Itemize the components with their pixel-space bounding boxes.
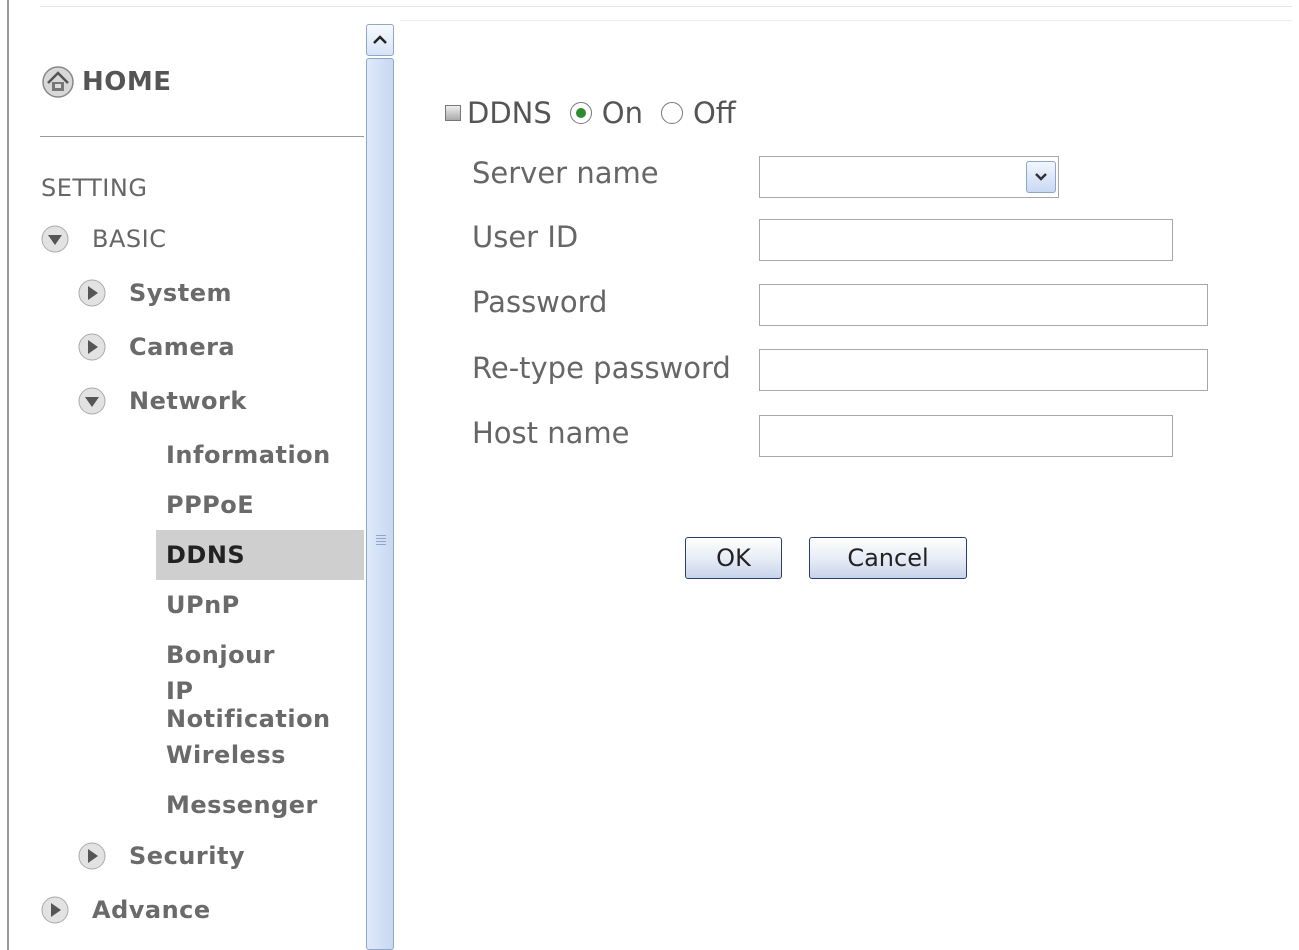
- sidebar-item-ddns[interactable]: DDNS: [156, 530, 364, 580]
- ddns-on-radio[interactable]: [569, 102, 592, 124]
- dropdown-button[interactable]: [1026, 161, 1056, 193]
- user-id-input[interactable]: [759, 219, 1173, 261]
- home-label: HOME: [82, 67, 172, 97]
- content-top-divider: [400, 20, 1292, 21]
- home-icon: [42, 66, 74, 98]
- sidebar-item-pppoe[interactable]: PPPoE: [156, 480, 364, 530]
- chevron-right-icon: [41, 896, 69, 924]
- bullet-icon: [445, 105, 461, 121]
- scroll-up-button[interactable]: [366, 24, 394, 56]
- password-label: Password: [472, 285, 608, 319]
- section-setting-label: SETTING: [41, 174, 148, 202]
- sidebar-scrollbar[interactable]: [366, 24, 396, 950]
- chevron-right-icon: [78, 333, 106, 361]
- host-name-label: Host name: [472, 416, 630, 450]
- ok-button[interactable]: OK: [685, 537, 782, 579]
- sidebar-item-camera[interactable]: Camera: [77, 332, 235, 362]
- sidebar-item-ip-notification[interactable]: IP Notification: [156, 677, 364, 733]
- ddns-on-label: On: [601, 96, 643, 130]
- sidebar-divider: [40, 136, 364, 137]
- sidebar-item-label: Network: [129, 387, 247, 415]
- retype-password-label: Re-type password: [472, 351, 731, 385]
- arrow-up-icon: [373, 35, 387, 44]
- chevron-down-icon: [78, 387, 106, 415]
- sidebar-item-advance[interactable]: Advance: [40, 895, 211, 925]
- chevron-right-icon: [78, 279, 106, 307]
- top-divider: [40, 6, 1292, 7]
- password-input[interactable]: [759, 284, 1208, 326]
- host-name-input[interactable]: [759, 415, 1173, 457]
- cancel-button[interactable]: Cancel: [809, 537, 967, 579]
- sidebar-item-system[interactable]: System: [77, 278, 232, 308]
- home-link[interactable]: HOME: [40, 64, 172, 100]
- chevron-right-icon: [78, 842, 106, 870]
- sidebar-item-label: Security: [129, 842, 246, 870]
- scroll-grip: [376, 533, 386, 547]
- user-id-label: User ID: [472, 220, 579, 254]
- radio-selected-dot: [575, 108, 586, 118]
- ddns-off-radio[interactable]: [660, 102, 683, 124]
- server-name-label: Server name: [472, 156, 659, 190]
- sidebar-item-wireless[interactable]: Wireless: [156, 730, 364, 780]
- sidebar-item-label: Advance: [92, 896, 211, 924]
- sidebar-item-label: Camera: [129, 333, 236, 361]
- sidebar-item-network[interactable]: Network: [77, 386, 247, 416]
- left-border: [7, 0, 9, 950]
- chevron-down-icon: [41, 225, 69, 253]
- ddns-label: DDNS: [467, 96, 552, 130]
- sidebar-item-information[interactable]: Information: [156, 430, 364, 480]
- sidebar-item-upnp[interactable]: UPnP: [156, 580, 364, 630]
- sidebar-item-label: BASIC: [92, 225, 167, 253]
- server-name-select[interactable]: [759, 156, 1059, 198]
- sidebar-item-messenger[interactable]: Messenger: [156, 780, 364, 830]
- sidebar: HOME SETTING BASIC System Camera Network: [10, 24, 365, 950]
- retype-password-input[interactable]: [759, 349, 1208, 391]
- sidebar-item-label: System: [129, 279, 232, 307]
- ddns-toggle-row: DDNS On Off: [445, 96, 736, 130]
- sidebar-item-security[interactable]: Security: [77, 841, 245, 871]
- sidebar-item-basic[interactable]: BASIC: [40, 224, 166, 254]
- sidebar-item-bonjour[interactable]: Bonjour: [156, 630, 364, 680]
- scroll-thumb[interactable]: [366, 58, 394, 950]
- chevron-down-icon: [1035, 173, 1047, 181]
- ddns-off-label: Off: [692, 96, 736, 130]
